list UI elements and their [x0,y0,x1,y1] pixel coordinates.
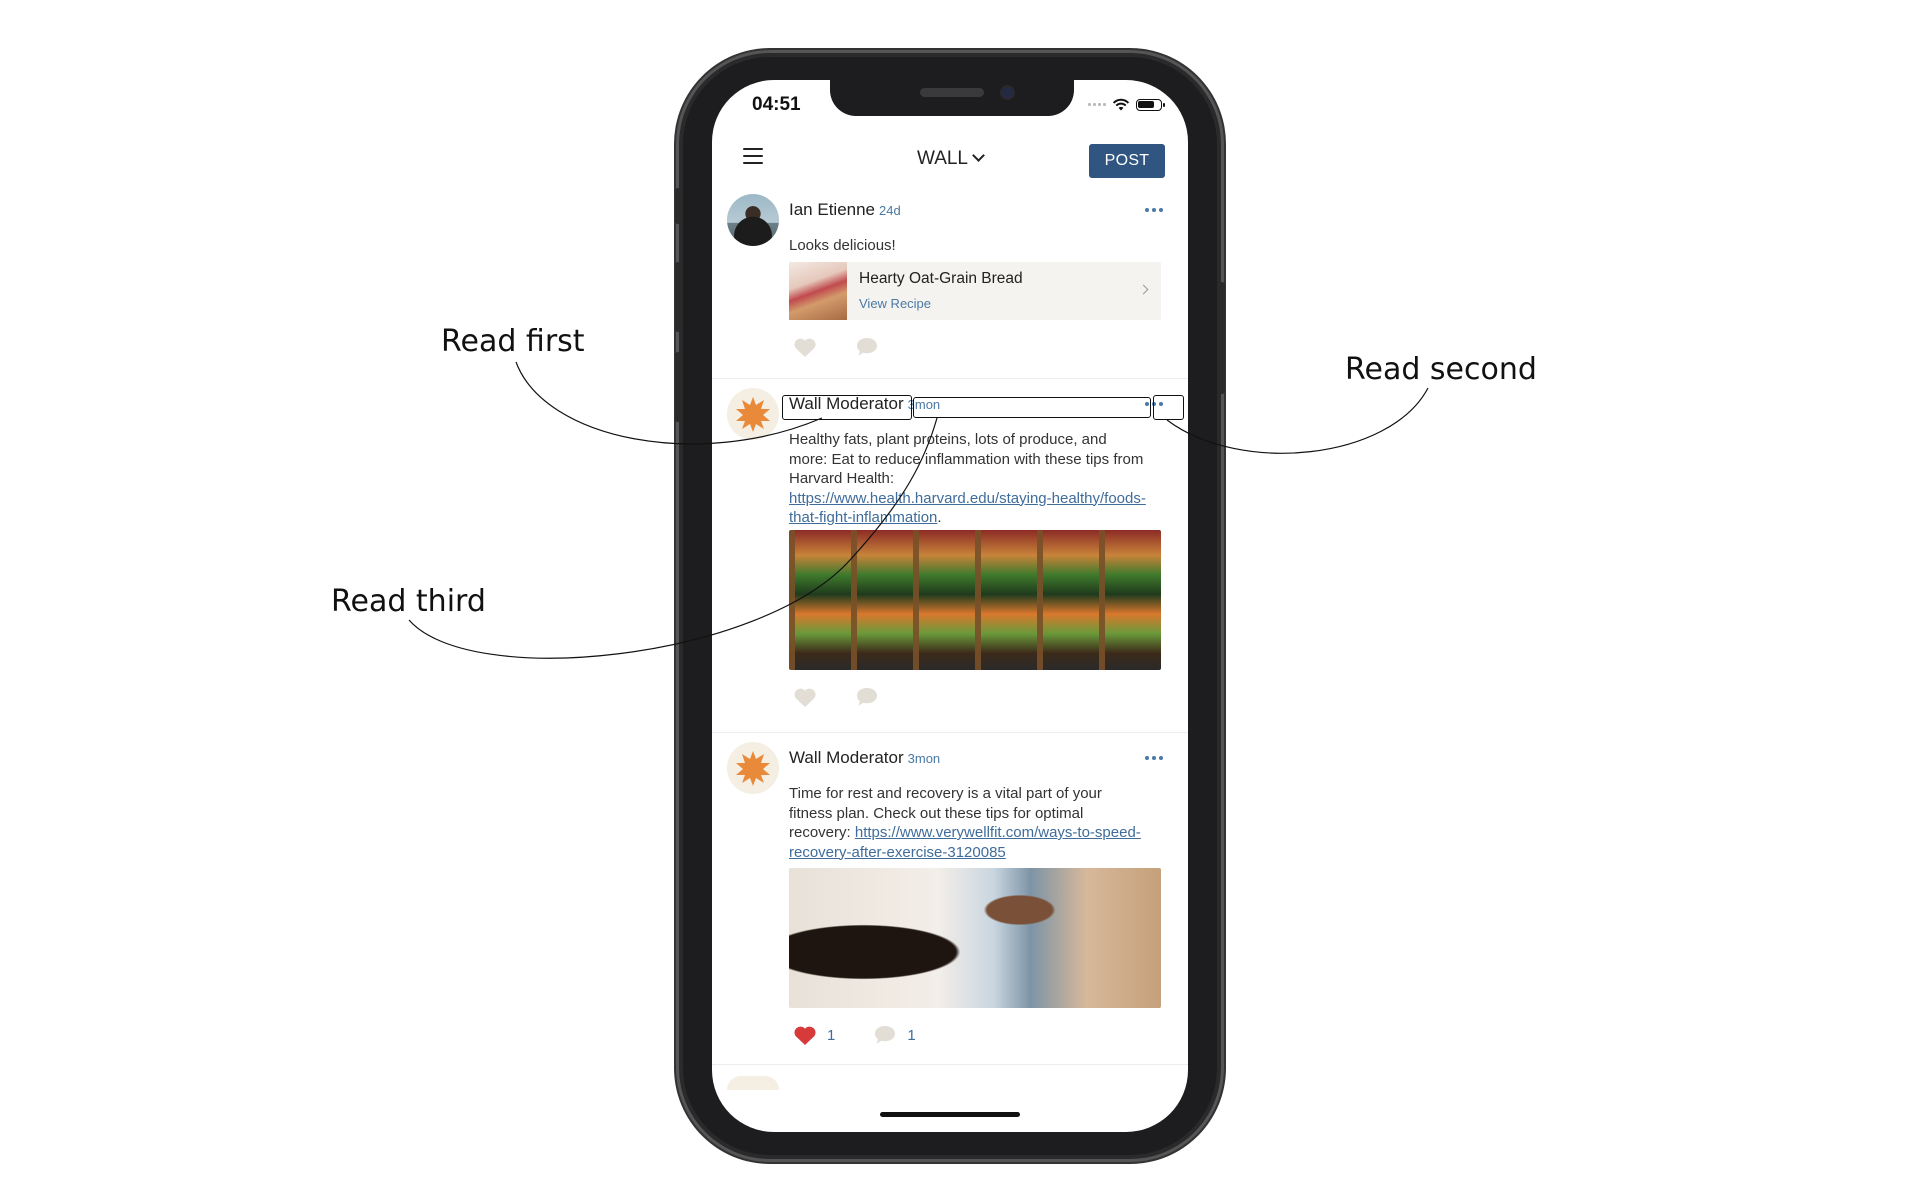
avatar[interactable] [727,742,779,794]
like-button[interactable]: 1 [793,1025,835,1046]
like-button[interactable] [793,337,817,358]
app-header: WALL POST [712,134,1188,186]
annotation-read-third: Read third [331,584,486,619]
comment-button[interactable]: 1 [873,1024,916,1046]
post-text: Time for rest and recovery is a vital pa… [789,785,1141,861]
comment-icon [875,1026,896,1044]
post-actions [793,336,917,358]
mute-switch [675,188,681,224]
avatar[interactable] [727,388,779,440]
post-time: 24d [879,203,901,218]
post-divider [712,1064,1188,1065]
wifi-icon [1112,98,1130,111]
leaf-icon [736,751,770,786]
phone-screen: 04:51 WALL POST Ian Etienne 24d Looks de… [712,80,1188,1132]
annotated-screenshot: Read first Read second Read third 04:51 … [0,0,1920,1200]
comment-button[interactable] [855,336,879,358]
post-button[interactable]: POST [1089,144,1165,178]
speaker [920,88,984,97]
camera [1002,87,1013,98]
volume-down-button [675,352,681,422]
annotation-read-second: Read second [1345,352,1537,387]
chevron-right-icon [1138,284,1149,295]
post-actions: 1 1 [793,1024,954,1046]
comment-count: 1 [907,1026,916,1044]
post-divider [712,732,1188,733]
comment-icon [857,688,877,706]
page-title: WALL [916,148,969,169]
home-indicator[interactable] [880,1112,1020,1117]
heart-icon [794,1026,816,1045]
post-image-people[interactable] [789,868,1161,1008]
volume-up-button [675,262,681,332]
highlight-more-button [1153,395,1184,420]
highlight-author [782,395,912,420]
status-time: 04:51 [752,94,801,115]
recipe-card[interactable]: Hearty Oat-Grain Bread View Recipe [789,262,1161,320]
like-count: 1 [827,1026,836,1044]
chevron-down-icon [972,149,985,162]
post-author[interactable]: Ian Etienne 24d [789,200,901,220]
post-link[interactable]: https://www.health.harvard.edu/staying-h… [789,490,1146,527]
avatar-next-post-partial [727,1076,779,1090]
comment-button[interactable] [855,686,879,708]
recipe-thumbnail [789,262,847,320]
like-button[interactable] [793,687,817,708]
power-button [1219,282,1225,394]
post-divider [712,378,1188,379]
post-actions [793,686,917,708]
annotation-read-first: Read first [441,324,585,359]
post-text: Healthy fats, plant proteins, lots of pr… [789,431,1146,527]
more-icon[interactable] [1142,750,1166,766]
comment-icon [857,338,877,356]
view-recipe-link[interactable]: View Recipe [859,296,931,311]
post-text: Looks delicious! [789,237,896,254]
post-time: 3mon [907,751,941,766]
avatar[interactable] [727,194,779,246]
recipe-title: Hearty Oat-Grain Bread [859,270,1023,287]
heart-icon [794,338,816,357]
signal-icon [1088,103,1106,106]
leaf-icon [736,397,770,432]
battery-icon [1136,98,1165,111]
notch [830,80,1074,116]
post-author[interactable]: Wall Moderator 3mon [789,748,940,768]
heart-icon [794,688,816,707]
highlight-timestamp [913,397,1151,418]
status-icons [1088,98,1165,111]
more-icon[interactable] [1142,202,1166,218]
post-image-produce[interactable] [789,530,1161,670]
